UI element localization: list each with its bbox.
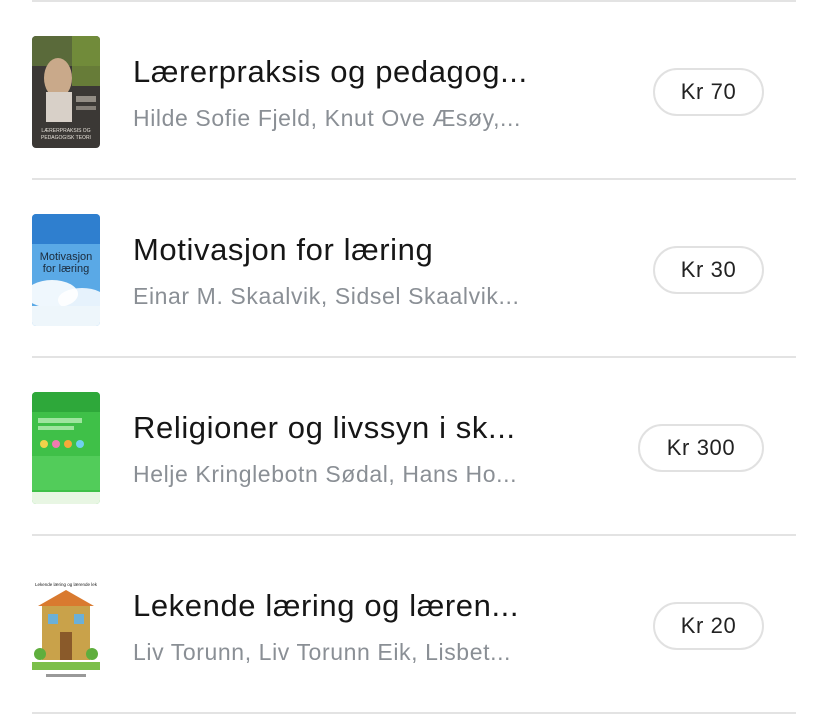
list-item-book-2[interactable]: Motivasjon for læring Motivasjon for lær… — [0, 180, 828, 356]
price-button[interactable]: Kr 70 — [653, 68, 764, 116]
list-item-book-1[interactable]: LÆRERPRAKSIS OG PEDAGOGISK TEORI Lærerpr… — [0, 2, 828, 178]
book-authors: Einar M. Skaalvik, Sidsel Skaalvik... — [133, 283, 520, 309]
book-authors: Helje Kringlebotn Sødal, Hans Ho... — [133, 461, 518, 487]
cover-text-line: LÆRERPRAKSIS OG — [41, 128, 90, 134]
list-item-book-3[interactable]: Religioner og livssyn i sk... Helje Krin… — [0, 358, 828, 534]
cover-text-line: for læring — [43, 263, 89, 275]
price-button[interactable]: Kr 20 — [653, 602, 764, 650]
cover-text-line: PEDAGOGISK TEORI — [41, 135, 91, 141]
cover-text-line: Motivasjon — [40, 251, 93, 263]
book-cover-image: Motivasjon for læring — [32, 214, 100, 326]
price-button[interactable]: Kr 30 — [653, 246, 764, 294]
book-cover-image: LÆRERPRAKSIS OG PEDAGOGISK TEORI — [32, 36, 100, 148]
book-authors: Liv Torunn, Liv Torunn Eik, Lisbet... — [133, 639, 512, 665]
list-item-book-4[interactable]: Lekende læring og lærende lek Lekende læ… — [0, 536, 828, 712]
book-title: Lekende læring og læren... — [133, 588, 520, 623]
list-divider — [32, 712, 796, 714]
book-cover-image — [32, 392, 100, 504]
book-title: Motivasjon for læring — [133, 232, 434, 267]
cover-text-line: Lekende læring og lærende lek — [35, 582, 98, 587]
book-title: Religioner og livssyn i sk... — [133, 410, 516, 445]
book-authors: Hilde Sofie Fjeld, Knut Ove Æsøy,... — [133, 105, 522, 131]
book-list: LÆRERPRAKSIS OG PEDAGOGISK TEORI Lærerpr… — [0, 0, 828, 715]
price-button[interactable]: Kr 300 — [638, 424, 764, 472]
book-title: Lærerpraksis og pedagog... — [133, 54, 528, 89]
book-cover-image: Lekende læring og lærende lek — [32, 570, 100, 682]
